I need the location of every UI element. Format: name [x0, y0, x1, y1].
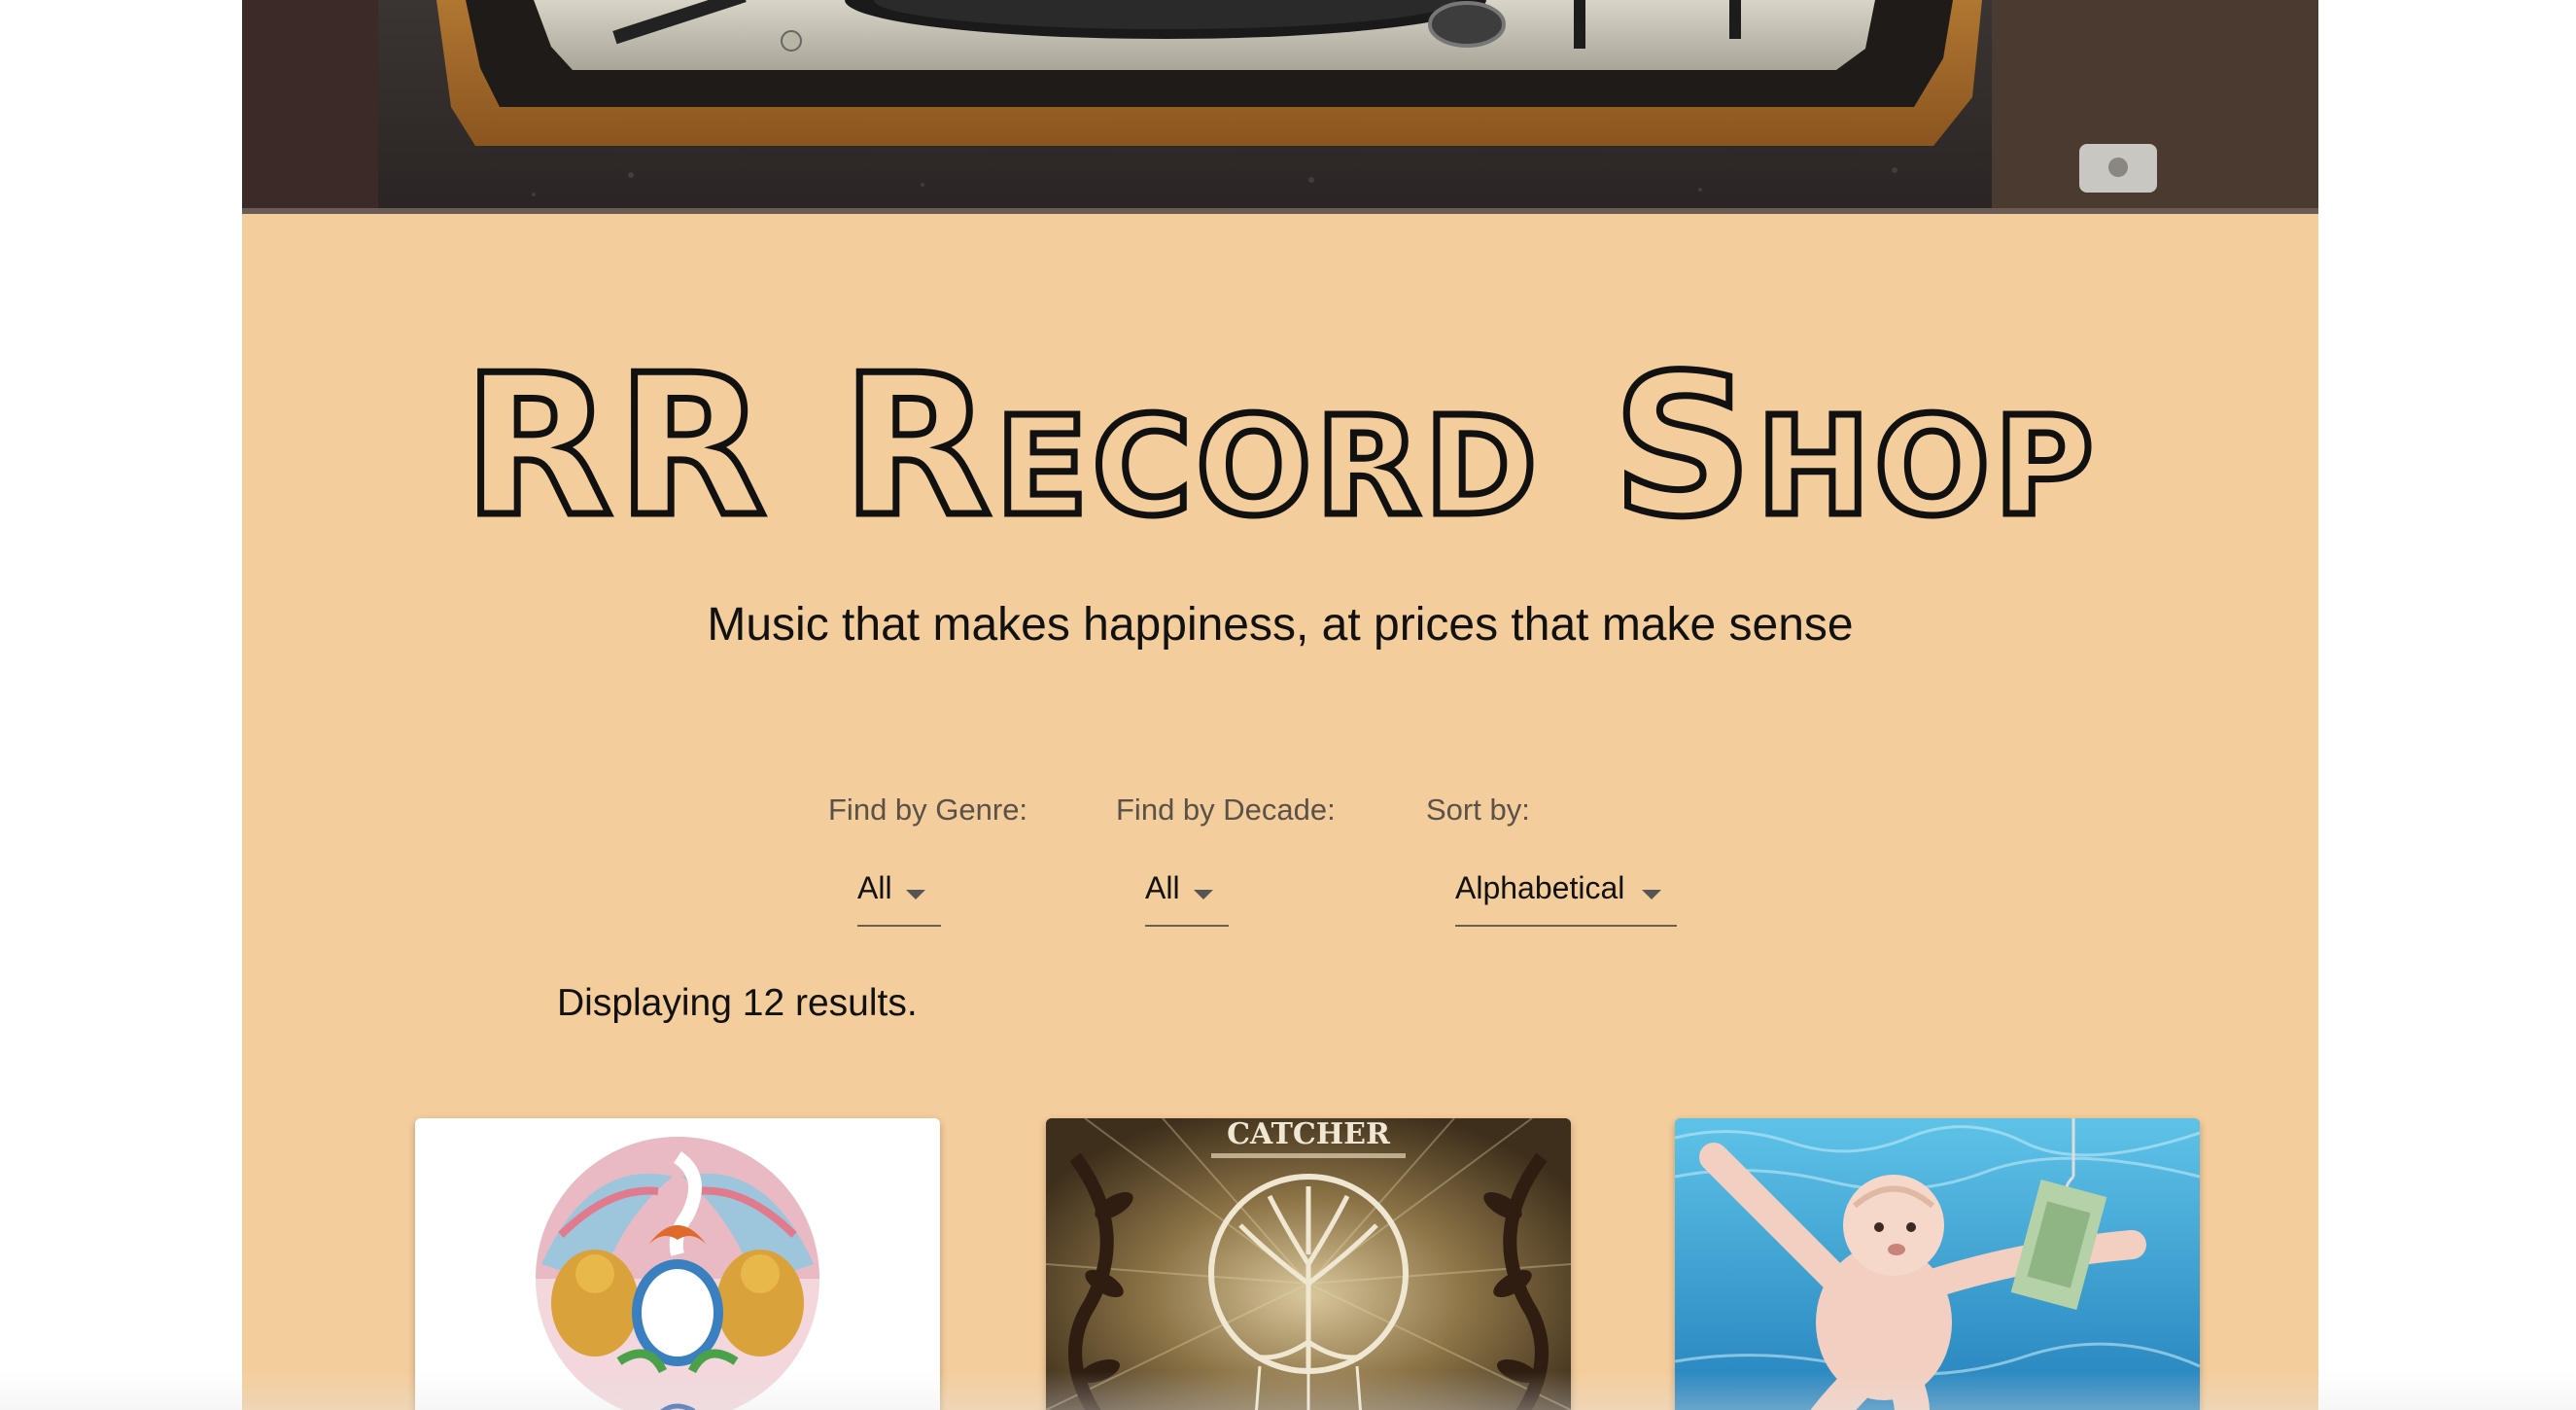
- page-container: RR Record Shop Music that makes happines…: [242, 0, 2318, 1410]
- swimming-baby-cover: [1675, 1118, 2200, 1410]
- sort-filter-label: Sort by:: [1426, 793, 1530, 827]
- album-cover-title: CATCHER: [1227, 1118, 1391, 1151]
- sort-select[interactable]: Alphabetical: [1455, 870, 1677, 927]
- genre-select-value: All: [857, 870, 892, 905]
- sort-select-value: Alphabetical: [1455, 870, 1625, 905]
- genre-filter: Find by Genre: All: [828, 793, 1028, 927]
- chevron-down-icon: [1642, 890, 1661, 899]
- hero-turntable-image: [242, 0, 2318, 214]
- decade-select[interactable]: All: [1145, 870, 1229, 927]
- genre-select[interactable]: All: [857, 870, 941, 927]
- decade-select-value: All: [1145, 870, 1180, 905]
- chevron-down-icon: [1194, 890, 1213, 899]
- sort-filter: Sort by: Alphabetical: [1426, 793, 1677, 927]
- site-tagline: Music that makes happiness, at prices th…: [707, 599, 1854, 651]
- queen-crest-cover: [415, 1118, 940, 1410]
- decade-filter-label: Find by Decade:: [1116, 793, 1336, 827]
- tree-of-life-cover: CATCHER: [1046, 1118, 1571, 1410]
- genre-filter-label: Find by Genre:: [828, 793, 1028, 827]
- results-count: Displaying 12 results.: [557, 982, 918, 1024]
- chevron-down-icon: [906, 890, 925, 899]
- album-card[interactable]: CATCHER: [1046, 1118, 1571, 1410]
- site-title: RR Record Shop: [242, 341, 2318, 552]
- decade-filter: Find by Decade: All: [1116, 793, 1336, 927]
- site-title-text: RR Record Shop: [460, 334, 2098, 560]
- album-card[interactable]: [415, 1118, 940, 1410]
- album-card[interactable]: [1675, 1118, 2200, 1410]
